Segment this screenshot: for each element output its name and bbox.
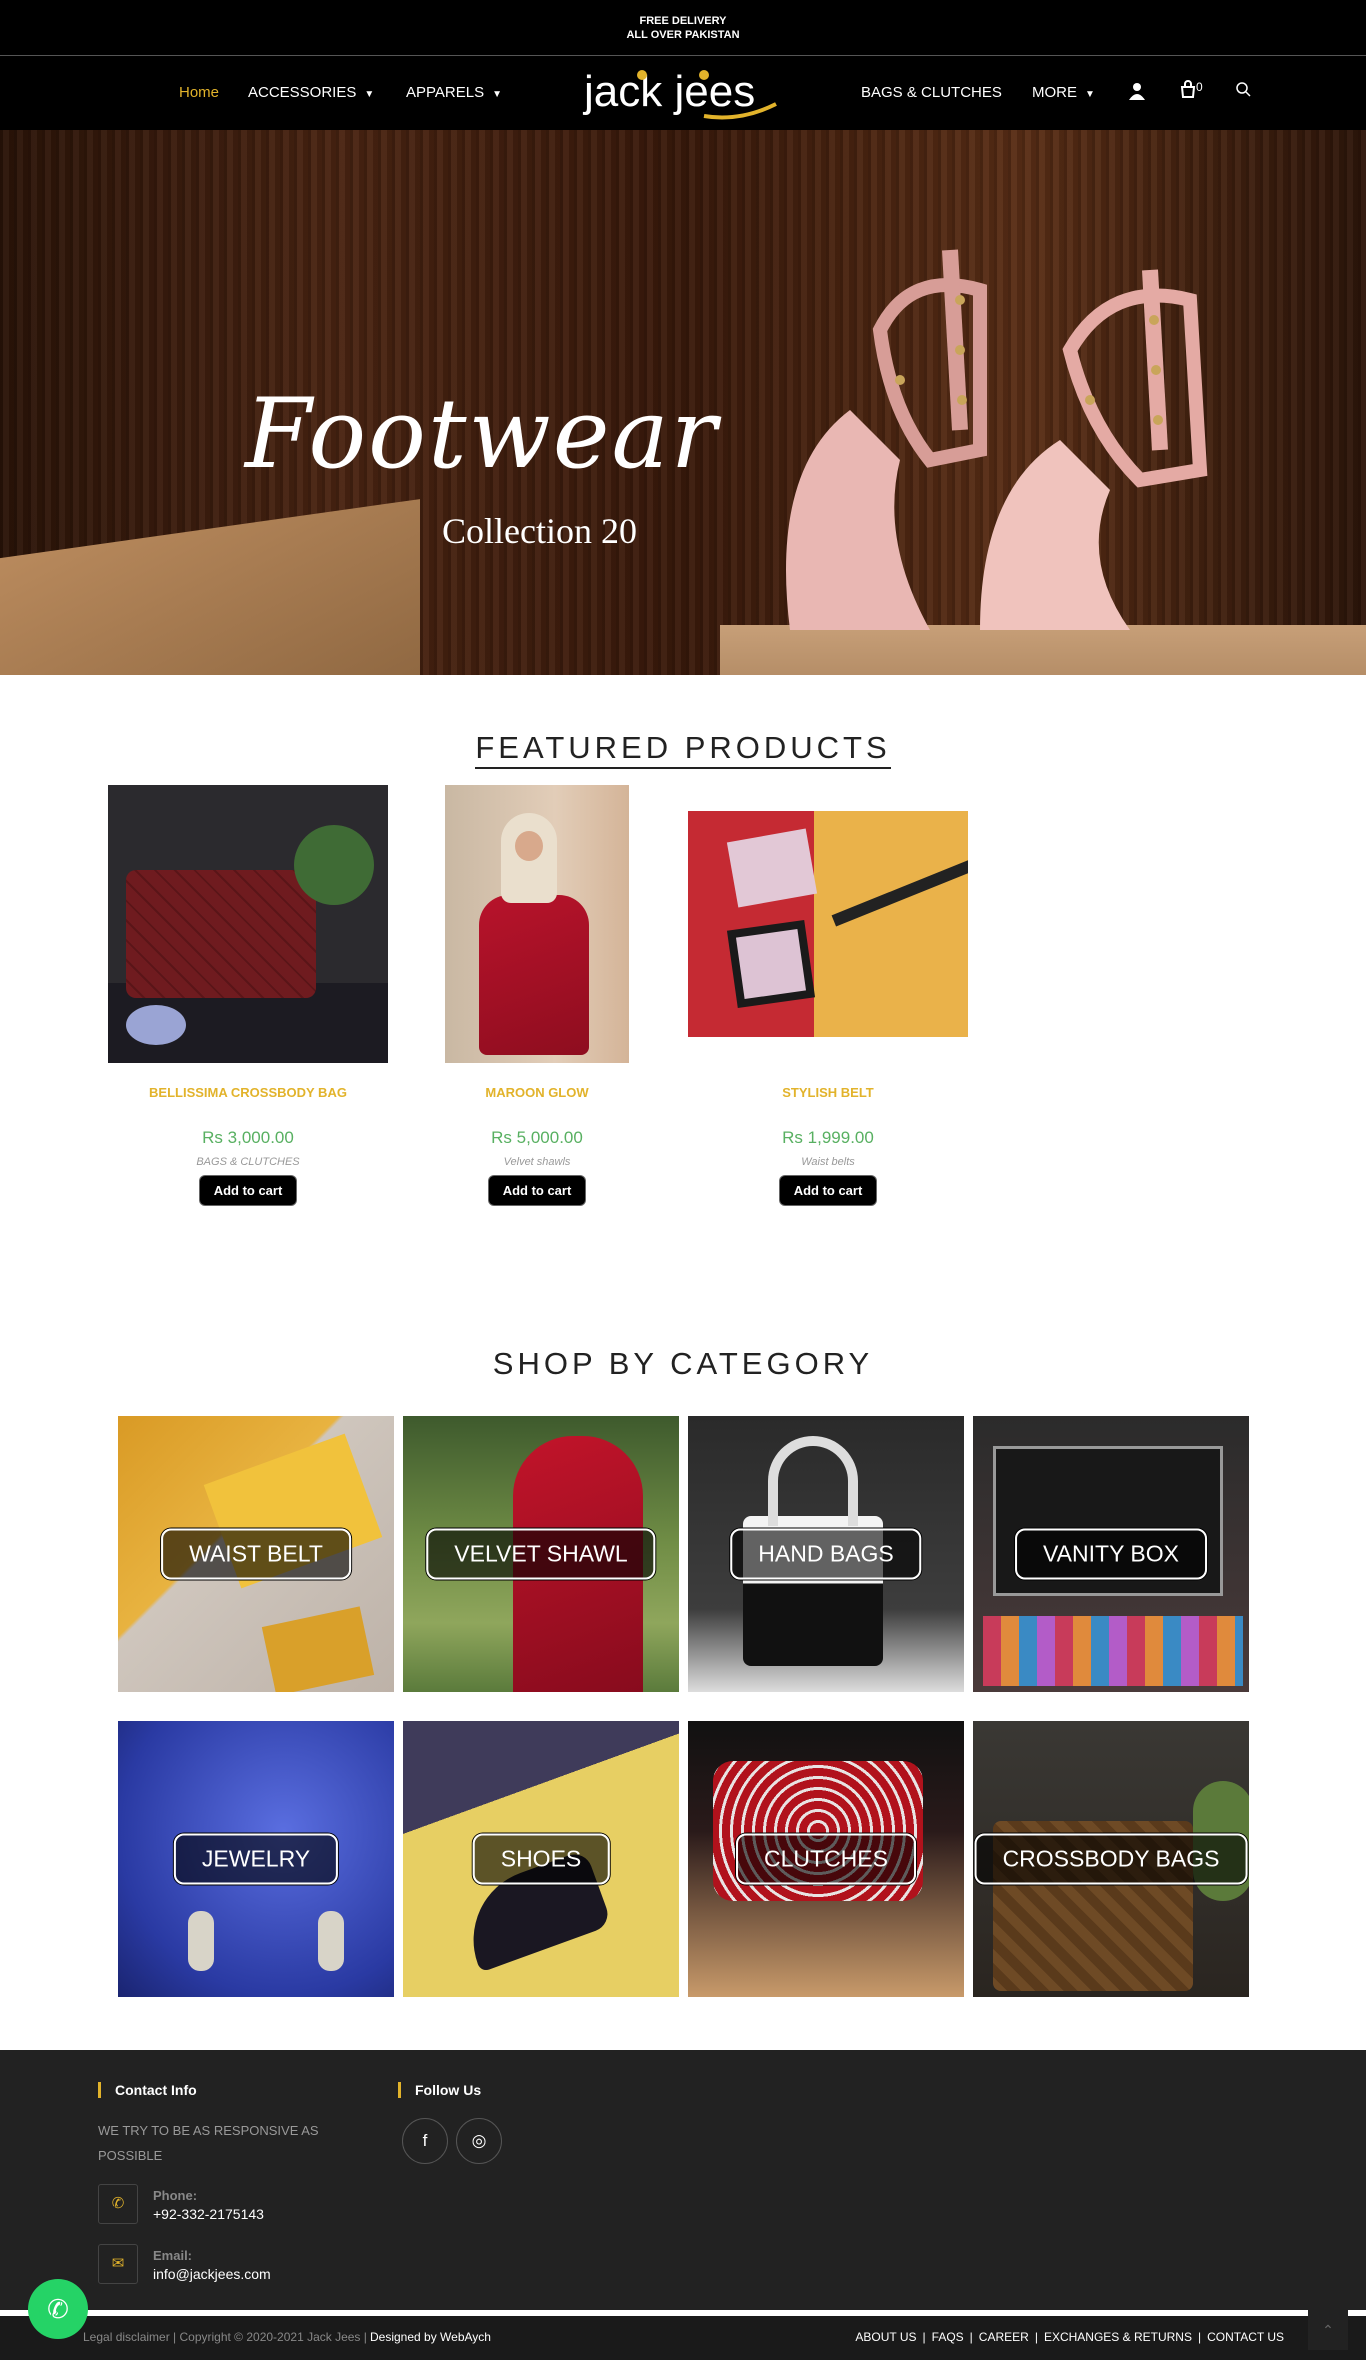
hero-banner: Footwear Collection 20 bbox=[0, 130, 1366, 675]
whatsapp-icon: ✆ bbox=[47, 2294, 69, 2324]
product-price: Rs 5,000.00 bbox=[491, 1128, 583, 1147]
category-label: JEWELRY bbox=[173, 1833, 339, 1885]
phone-icon: ✆ bbox=[98, 2184, 138, 2224]
product-price: Rs 3,000.00 bbox=[202, 1128, 294, 1147]
product-name[interactable]: MAROON GLOW bbox=[397, 1085, 677, 1100]
announcement-line-1: FREE DELIVERY bbox=[639, 15, 727, 27]
announcement-bar: FREE DELIVERY ALL OVER PAKISTAN bbox=[0, 0, 1366, 56]
follow-us-heading: Follow Us bbox=[398, 2082, 481, 2098]
nav-item-accessories-label: ACCESSORIES bbox=[248, 84, 357, 101]
category-tile-hand-bags[interactable]: HAND BAGS bbox=[688, 1416, 964, 1692]
category-tile-jewelry[interactable]: JEWELRY bbox=[118, 1721, 394, 1997]
logo-wordmark: jack jees bbox=[582, 67, 755, 116]
contact-info-heading: Contact Info bbox=[98, 2082, 197, 2098]
cart-count: 0 bbox=[1196, 80, 1203, 94]
category-label: HAND BAGS bbox=[730, 1528, 922, 1580]
logo-dot-left bbox=[637, 70, 647, 80]
whatsapp-chat-button[interactable]: ✆ bbox=[28, 2279, 88, 2339]
category-tile-vanity-box[interactable]: VANITY BOX bbox=[973, 1416, 1249, 1692]
product-image[interactable] bbox=[688, 785, 968, 1063]
footer-link-divider: | bbox=[1197, 2330, 1202, 2344]
chevron-down-icon: ▼ bbox=[364, 89, 375, 100]
footer-link-divider: | bbox=[922, 2330, 926, 2344]
search-icon bbox=[1236, 82, 1251, 97]
category-tile-shoes[interactable]: SHOES bbox=[403, 1721, 679, 1997]
product-image[interactable] bbox=[397, 785, 677, 1063]
product-category[interactable]: BAGS & CLUTCHES bbox=[108, 1156, 388, 1168]
announcement-line-2: ALL OVER PAKISTAN bbox=[626, 29, 740, 41]
product-price: Rs 1,999.00 bbox=[782, 1128, 874, 1147]
nav-item-bags-clutches[interactable]: BAGS & CLUTCHES bbox=[861, 84, 1002, 101]
category-label: CLUTCHES bbox=[736, 1833, 916, 1885]
email-icon: ✉ bbox=[98, 2244, 138, 2284]
add-to-cart-button[interactable]: Add to cart bbox=[779, 1176, 877, 1205]
designer-link[interactable]: Designed by WebAych bbox=[370, 2330, 491, 2344]
category-label: VANITY BOX bbox=[1015, 1528, 1207, 1580]
email-label: Email: bbox=[153, 2248, 193, 2263]
product-card: STYLISH BELT Rs 1,999.00 Waist belts Add… bbox=[688, 785, 968, 1205]
footer-link-divider: | bbox=[969, 2330, 973, 2344]
site-logo[interactable]: jack jees bbox=[580, 66, 790, 122]
category-tile-velvet-shawl[interactable]: VELVET SHAWL bbox=[403, 1416, 679, 1692]
category-label: SHOES bbox=[472, 1833, 610, 1885]
facebook-icon[interactable]: f bbox=[402, 2118, 448, 2164]
category-label: CROSSBODY BAGS bbox=[974, 1833, 1248, 1885]
chevron-down-icon: ▼ bbox=[492, 89, 502, 100]
chevron-up-icon: ⌃ bbox=[1322, 2322, 1334, 2338]
shop-by-category-title: SHOP BY CATEGORY bbox=[492, 1346, 874, 1381]
category-tile-waist-belt[interactable]: WAIST BELT bbox=[118, 1416, 394, 1692]
footer-link-exchanges-returns[interactable]: EXCHANGES & RETURNS bbox=[1044, 2330, 1192, 2344]
instagram-icon[interactable]: ◎ bbox=[456, 2118, 502, 2164]
product-category[interactable]: Velvet shawls bbox=[397, 1156, 677, 1168]
nav-item-accessories[interactable]: ACCESSORIES ▼ bbox=[248, 84, 374, 101]
footer-link-contact-us[interactable]: CONTACT US bbox=[1207, 2330, 1284, 2344]
featured-products-title: FEATURED PRODUCTS bbox=[475, 730, 891, 769]
product-name[interactable]: STYLISH BELT bbox=[688, 1085, 968, 1100]
product-category[interactable]: Waist belts bbox=[688, 1156, 968, 1168]
email-link[interactable]: info@jackjees.com bbox=[153, 2266, 271, 2282]
footer-link-career[interactable]: CAREER bbox=[979, 2330, 1029, 2344]
site-footer: Contact Info WE TRY TO BE AS RESPONSIVE … bbox=[0, 2050, 1366, 2310]
logo-dot-right bbox=[699, 70, 709, 80]
featured-products-heading: FEATURED PRODUCTS bbox=[0, 730, 1366, 769]
footer-links: ABOUT US | FAQS | CAREER | EXCHANGES & RETURNS… bbox=[855, 2330, 1284, 2344]
category-label: VELVET SHAWL bbox=[426, 1528, 656, 1580]
account-button[interactable] bbox=[1129, 82, 1145, 104]
product-image[interactable] bbox=[108, 785, 388, 1063]
user-icon bbox=[1129, 83, 1145, 100]
nav-item-home[interactable]: Home bbox=[179, 84, 219, 101]
footer-link-faqs[interactable]: FAQS bbox=[932, 2330, 964, 2344]
add-to-cart-button[interactable]: Add to cart bbox=[488, 1176, 586, 1205]
footer-link-about-us[interactable]: ABOUT US bbox=[855, 2330, 916, 2344]
contact-info-text: WE TRY TO BE AS RESPONSIVE AS POSSIBLE bbox=[98, 2123, 319, 2163]
add-to-cart-button[interactable]: Add to cart bbox=[199, 1176, 297, 1205]
product-name[interactable]: BELLISSIMA CROSSBODY BAG bbox=[108, 1085, 388, 1100]
category-tile-clutches[interactable]: CLUTCHES bbox=[688, 1721, 964, 1997]
nav-item-more[interactable]: MORE ▼ bbox=[1032, 84, 1095, 101]
category-tile-crossbody-bags[interactable]: CROSSBODY BAGS bbox=[973, 1721, 1249, 1997]
phone-link[interactable]: +92-332-2175143 bbox=[153, 2206, 264, 2222]
cart-button[interactable]: 0 bbox=[1180, 80, 1203, 102]
scroll-to-top-button[interactable]: ⌃ bbox=[1308, 2310, 1348, 2350]
search-button[interactable] bbox=[1236, 82, 1251, 101]
hero-subtitle: Collection 20 bbox=[442, 511, 637, 551]
nav-item-apparels[interactable]: APPARELS ▼ bbox=[406, 84, 502, 101]
pink-heels-image bbox=[786, 249, 1208, 630]
hero-script-title: Footwear bbox=[245, 378, 719, 490]
phone-label: Phone: bbox=[153, 2188, 198, 2203]
main-navigation: Home ACCESSORIES ▼ APPARELS ▼ jack jees BA… bbox=[0, 56, 1366, 130]
product-card: MAROON GLOW Rs 5,000.00 Velvet shawls Ad… bbox=[397, 785, 677, 1205]
nav-item-apparels-label: APPARELS bbox=[406, 84, 485, 101]
chevron-down-icon: ▼ bbox=[1085, 89, 1095, 100]
copyright-text: Legal disclaimer | Copyright © 2020-2021… bbox=[83, 2330, 367, 2344]
footer-bottom-bar: Legal disclaimer | Copyright © 2020-2021… bbox=[0, 2316, 1366, 2360]
shopping-bag-icon bbox=[1180, 80, 1196, 98]
footer-link-divider: | bbox=[1034, 2330, 1038, 2344]
category-label: WAIST BELT bbox=[161, 1528, 351, 1580]
nav-item-more-label: MORE bbox=[1032, 84, 1077, 101]
product-card: BELLISSIMA CROSSBODY BAG Rs 3,000.00 BAG… bbox=[108, 785, 388, 1205]
